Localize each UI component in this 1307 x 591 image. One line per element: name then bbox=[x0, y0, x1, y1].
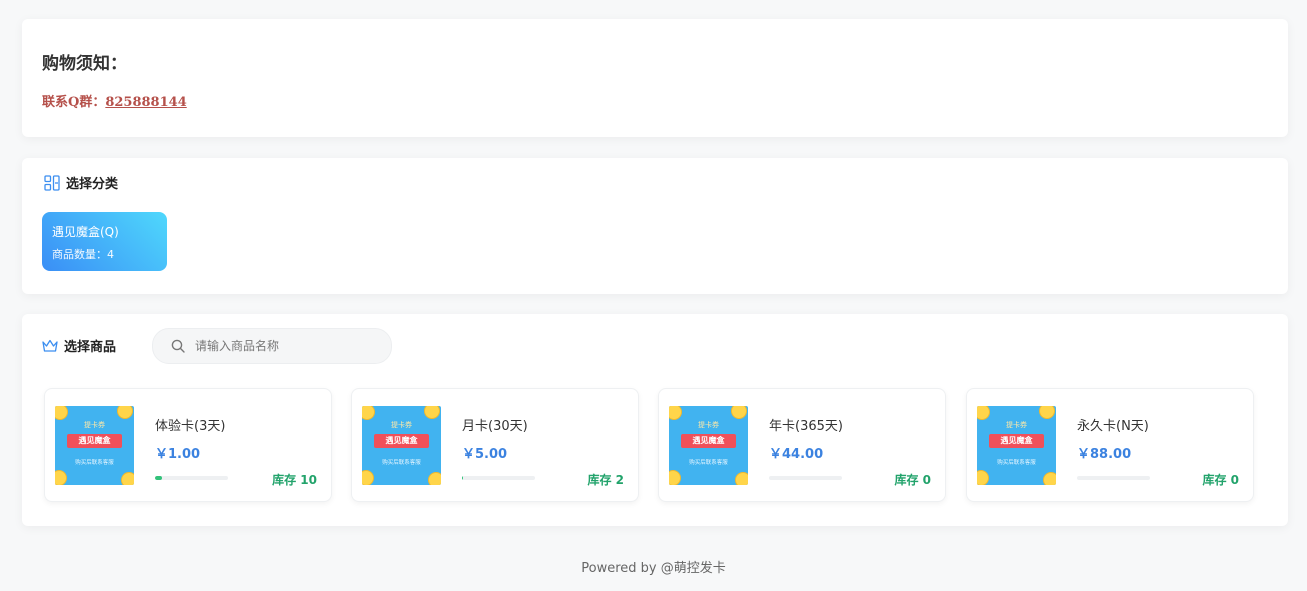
category-name: 遇见魔盒(Q) bbox=[52, 225, 119, 239]
product-name: 永久卡(N天) bbox=[1077, 419, 1149, 434]
thumbnail-bottom-text: 购买后联系客服 bbox=[997, 460, 1036, 466]
notice-title: 购物须知： bbox=[42, 54, 127, 74]
product-price: ￥1.00 bbox=[155, 447, 201, 462]
thumbnail-top-text: 提卡券 bbox=[698, 421, 719, 429]
thumbnail-banner: 遇见魔盒 bbox=[374, 434, 429, 448]
product-name: 月卡(30天) bbox=[462, 419, 528, 434]
stock-progress-bar bbox=[462, 476, 535, 480]
contact-qq-link[interactable]: 825888144 bbox=[105, 95, 186, 110]
thumbnail-top-text: 提卡券 bbox=[1006, 421, 1027, 429]
product-thumbnail: 提卡券 遇见魔盒 购买后联系客服 bbox=[362, 406, 441, 485]
product-card[interactable]: 提卡券 遇见魔盒 购买后联系客服 年卡(365天) ￥44.00 库存 0 bbox=[658, 388, 946, 502]
contact-line: 联系Q群：825888144 bbox=[42, 91, 187, 110]
thumbnail-banner: 遇见魔盒 bbox=[989, 434, 1044, 448]
stock-label: 库存 2 bbox=[587, 473, 624, 487]
product-price: ￥88.00 bbox=[1077, 447, 1132, 462]
search-box[interactable] bbox=[152, 328, 392, 364]
thumbnail-banner: 遇见魔盒 bbox=[681, 434, 736, 448]
category-count: 商品数量：4 bbox=[52, 248, 114, 261]
product-card[interactable]: 提卡券 遇见魔盒 购买后联系客服 永久卡(N天) ￥88.00 库存 0 bbox=[966, 388, 1254, 502]
category-section-title: 选择分类 bbox=[44, 173, 118, 192]
thumbnail-top-text: 提卡券 bbox=[84, 421, 105, 429]
product-thumbnail: 提卡券 遇见魔盒 购买后联系客服 bbox=[977, 406, 1056, 485]
category-tile[interactable]: 遇见魔盒(Q) 商品数量：4 bbox=[42, 212, 167, 271]
product-thumbnail: 提卡券 遇见魔盒 购买后联系客服 bbox=[55, 406, 134, 485]
stock-label: 库存 10 bbox=[272, 473, 317, 487]
product-name: 体验卡(3天) bbox=[155, 419, 226, 434]
thumbnail-bottom-text: 购买后联系客服 bbox=[689, 460, 728, 466]
thumbnail-bottom-text: 购买后联系客服 bbox=[75, 460, 114, 466]
category-grid-icon bbox=[44, 174, 60, 191]
thumbnail-bottom-text: 购买后联系客服 bbox=[382, 460, 421, 466]
stock-progress-bar bbox=[769, 476, 842, 480]
category-title: 选择分类 bbox=[66, 177, 119, 192]
category-card: 选择分类 遇见魔盒(Q) 商品数量：4 bbox=[22, 158, 1288, 294]
product-card[interactable]: 提卡券 遇见魔盒 购买后联系客服 月卡(30天) ￥5.00 库存 2 bbox=[351, 388, 639, 502]
product-price: ￥44.00 bbox=[769, 447, 824, 462]
search-icon bbox=[171, 339, 185, 353]
product-price: ￥5.00 bbox=[462, 447, 508, 462]
stock-label: 库存 0 bbox=[894, 473, 931, 487]
contact-label: 联系Q群： bbox=[42, 95, 106, 110]
stock-label: 库存 0 bbox=[1202, 473, 1239, 487]
footer-powered-by: Powered by @萌控发卡 bbox=[581, 561, 726, 576]
goods-section-title: 选择商品 bbox=[42, 336, 116, 355]
crown-icon bbox=[42, 339, 58, 352]
thumbnail-banner: 遇见魔盒 bbox=[67, 434, 122, 448]
product-thumbnail: 提卡券 遇见魔盒 购买后联系客服 bbox=[669, 406, 748, 485]
product-name: 年卡(365天) bbox=[769, 419, 843, 434]
product-card[interactable]: 提卡券 遇见魔盒 购买后联系客服 体验卡(3天) ￥1.00 库存 10 bbox=[44, 388, 332, 502]
thumbnail-top-text: 提卡券 bbox=[391, 421, 412, 429]
stock-progress-bar bbox=[1077, 476, 1150, 480]
goods-title: 选择商品 bbox=[64, 340, 117, 355]
notice-card: 购物须知： 联系Q群：825888144 bbox=[22, 19, 1288, 137]
goods-card: 选择商品 提卡券 遇见魔盒 购买后联系客服 体验卡(3天) ￥1.00 库存 1… bbox=[22, 314, 1288, 526]
stock-progress-bar bbox=[155, 476, 228, 480]
search-input[interactable] bbox=[193, 338, 377, 354]
